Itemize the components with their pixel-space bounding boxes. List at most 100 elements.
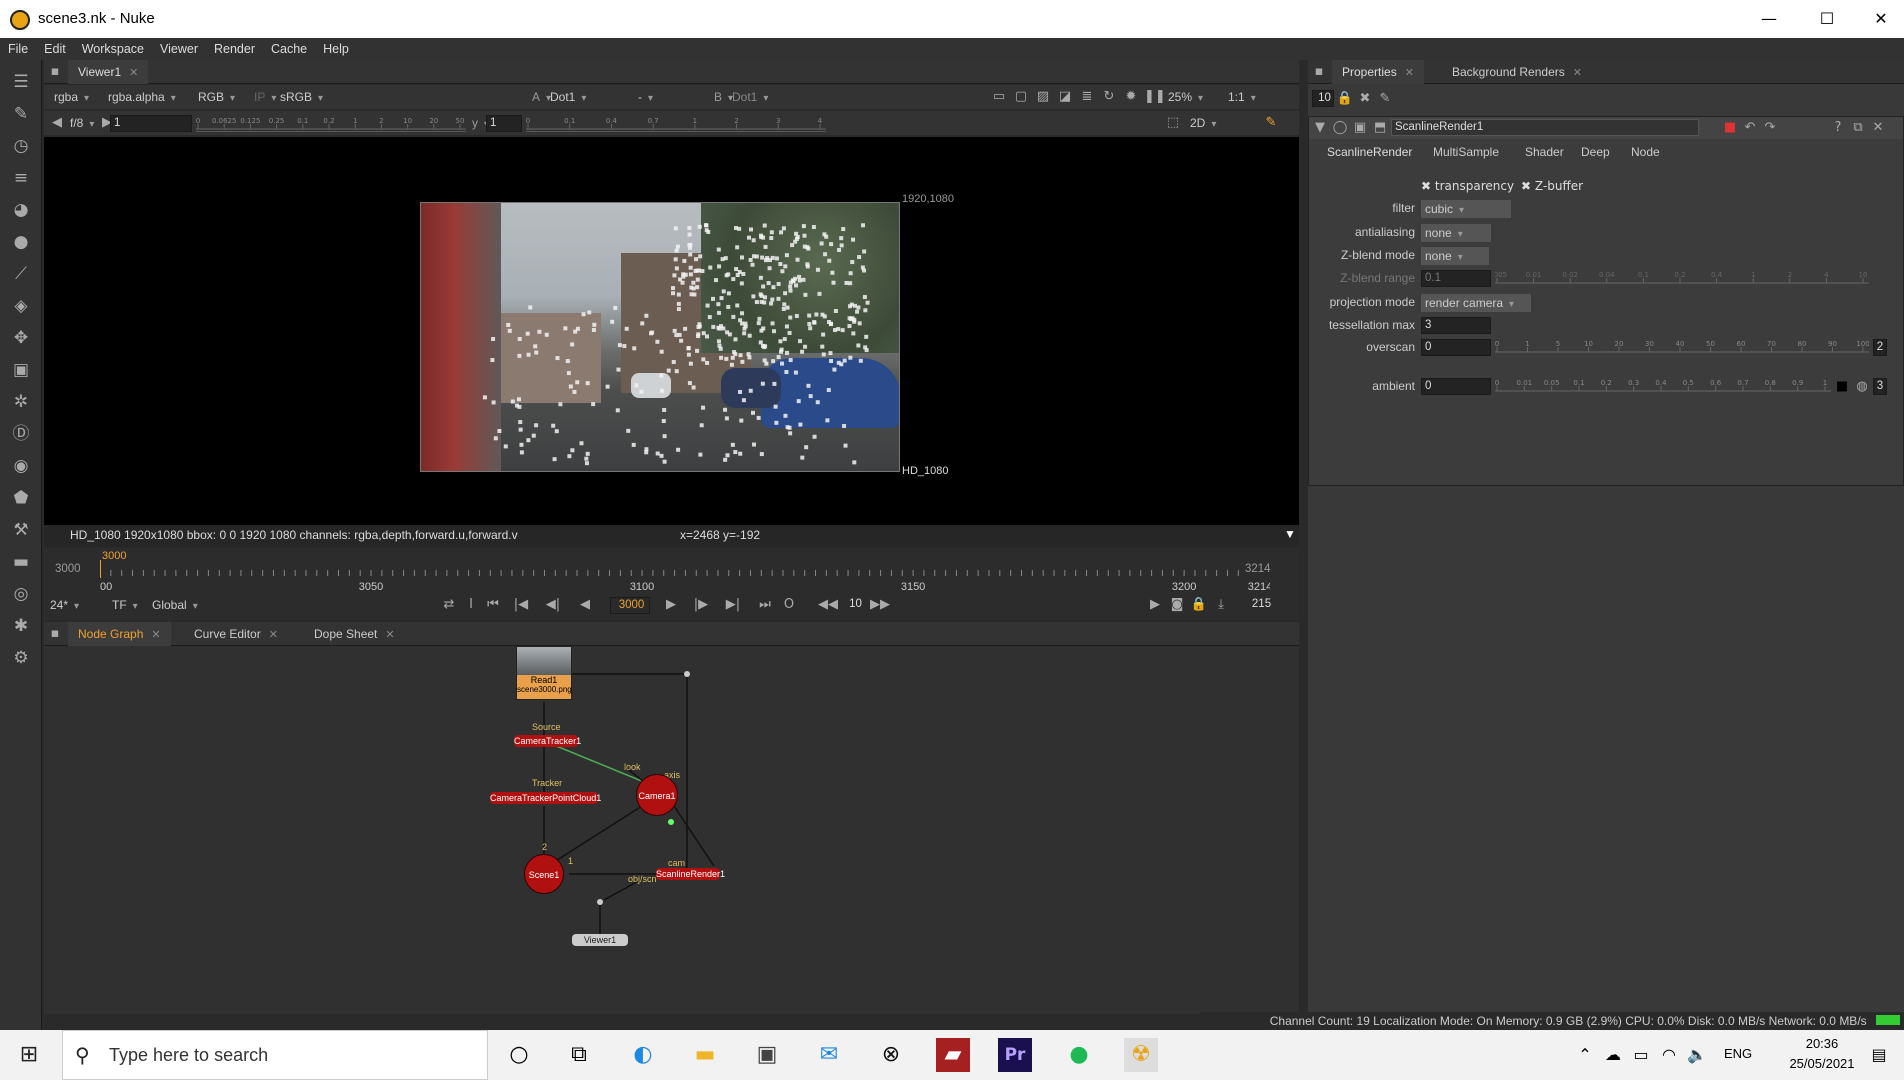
panel-menu-icon[interactable]: ▪ [46,63,64,81]
close-icon[interactable]: ✕ [385,629,394,641]
gain-slider[interactable]: 0 0.0625 0.125 0.25 0.1 0.2 1 2 10 20 50 [196,115,466,132]
task-view-icon[interactable]: ⧉ [562,1038,596,1072]
channel-icon[interactable]: ≡ [9,166,33,190]
close-icon[interactable]: ✕ [151,629,160,641]
timeline-end-field[interactable]: 3214 [1242,562,1284,582]
node-camera1[interactable]: Camera1 [636,774,678,816]
step-field[interactable]: 10 [842,597,866,614]
airtools-icon[interactable]: ✱ [9,614,33,638]
menu-workspace[interactable]: Workspace [74,38,152,60]
prev-frame-icon[interactable]: ◀| [544,596,562,614]
app-icon[interactable]: ▰ [936,1038,970,1072]
views-icon[interactable]: ◉ [9,454,33,478]
deep-icon[interactable]: Ⓓ [9,422,33,446]
flipbook-icon[interactable]: ▶ [1146,596,1164,614]
viewer-canvas[interactable]: 1920,1080 HD_1080 [44,137,1299,525]
tab-node-graph[interactable]: Node Graph ✕ [68,622,171,646]
next-keyframe-icon[interactable]: ▶| [724,596,742,614]
float-icon[interactable]: ⬒ [1371,119,1389,137]
language-indicator[interactable]: ENG [1724,1046,1752,1061]
node-cameratracker1[interactable]: CameraTracker1 [514,735,581,747]
redo-icon[interactable]: ↷ [1761,119,1779,137]
merge-icon[interactable]: ◈ [9,294,33,318]
overscan-count[interactable]: 2 [1873,339,1887,356]
capture-icon[interactable]: ◙ [1168,596,1186,614]
lock-icon[interactable]: 🔒 [1336,90,1354,108]
minimize-button[interactable]: — [1746,0,1792,38]
export-icon[interactable]: ⤓ [1212,596,1230,614]
projection-dropdown[interactable]: render camera [1421,294,1531,312]
mail-icon[interactable]: ✉ [812,1038,846,1072]
maximize-button[interactable]: ☐ [1804,0,1850,38]
metadata-icon[interactable]: ⬟ [9,486,33,510]
clear-icon[interactable]: ✖ [1356,90,1374,108]
tab-deep[interactable]: Deep [1571,141,1620,163]
timeline-start-field[interactable]: 3000 [52,562,94,582]
antialiasing-dropdown[interactable]: none [1421,224,1491,242]
ambient-count[interactable]: 3 [1873,378,1887,395]
zbuffer-checkbox[interactable]: ✖ Z-buffer [1521,179,1583,193]
fps-dropdown[interactable]: 24* [50,596,79,614]
safe-area-icon[interactable]: ▢ [1012,88,1030,106]
ambient-field[interactable]: 0 [1421,378,1491,395]
panel-menu-icon[interactable]: ▪ [46,625,64,643]
edit-icon[interactable]: ✎ [1376,90,1394,108]
menu-render[interactable]: Render [206,38,263,60]
checker-icon[interactable]: ▨ [1034,88,1052,106]
edge-icon[interactable]: ◐ [626,1038,660,1072]
loop-icon[interactable]: ⇄ [440,596,458,614]
gain-field[interactable]: 1 [110,115,192,132]
menu-edit[interactable]: Edit [36,38,74,60]
filter-icon[interactable]: ● [9,230,33,254]
pause-icon[interactable]: ❚❚ [1144,88,1166,106]
tab-node[interactable]: Node [1621,141,1670,163]
timeline-ruler[interactable]: 3000 3050 3100 3150 3200 3214 3000 [100,548,1270,592]
windows-start-icon[interactable]: ⊞ [12,1038,46,1072]
prev-keyframe-icon[interactable]: |◀ [512,596,530,614]
node-read1[interactable]: Read1 scene3000.png [516,646,572,700]
furnace-icon[interactable]: ◎ [9,582,33,606]
zblend-mode-dropdown[interactable]: none [1421,247,1489,265]
premiere-icon[interactable]: Pr [998,1038,1032,1072]
menu-help[interactable]: Help [315,38,357,60]
taskbar-search[interactable]: ⚲ Type here to search [62,1030,488,1080]
roi-icon[interactable]: ▭ [990,88,1008,106]
tab-background-renders[interactable]: Background Renders ✕ [1442,60,1592,84]
play-backward-icon[interactable]: ◀ [576,596,594,614]
frame-count-field[interactable]: 215 [1240,597,1280,614]
other-icon[interactable]: ▬ [9,550,33,574]
tab-scanlinerender[interactable]: ScanlineRender [1317,141,1423,163]
collapse-icon[interactable]: ▼ [1311,119,1329,137]
ratio-dropdown[interactable]: 1:1 [1228,88,1256,106]
max-panels-field[interactable]: 10 [1312,90,1334,107]
node-pointcloud1[interactable]: CameraTrackerPointCloud1 [490,792,601,804]
color-swatch-icon[interactable]: ■ [1721,119,1739,137]
close-icon[interactable]: ✕ [1405,67,1414,79]
current-frame-field[interactable]: 3000 [610,597,650,614]
overscan-field[interactable]: 0 [1421,339,1491,356]
undo-icon[interactable]: ↶ [1741,119,1759,137]
close-icon[interactable]: ✕ [269,629,278,641]
node-scene1[interactable]: Scene1 [524,854,564,894]
clock-time[interactable]: 20:36 [1782,1036,1862,1051]
close-button[interactable]: ✕ [1858,0,1904,38]
clock-date[interactable]: 25/05/2021 [1772,1056,1872,1071]
zblend-range-field[interactable]: 0.1 [1421,270,1491,287]
menu-cache[interactable]: Cache [263,38,315,60]
color-icon[interactable]: ◕ [9,198,33,222]
next-frame-icon[interactable]: |▶ [692,596,710,614]
paint-icon[interactable]: ✎ [1262,114,1280,132]
node-viewer1[interactable]: Viewer1 [572,934,628,946]
cortana-icon[interactable]: ○ [502,1038,536,1072]
node-graph[interactable]: Read1 scene3000.png Source CameraTracker… [44,646,1299,1014]
overscan-slider[interactable]: 0 1 5 10 20 30 40 50 60 70 80 90 100 [1495,338,1869,356]
time-icon[interactable]: ◷ [9,134,33,158]
volume-icon[interactable]: 🔈 [1680,1038,1714,1072]
nuke-icon[interactable]: ☢ [1124,1038,1158,1072]
lock-icon[interactable]: 🔒 [1190,596,1208,614]
tf-dropdown[interactable]: TF [112,596,138,614]
tab-multisample[interactable]: MultiSample [1423,141,1509,163]
draw-icon[interactable]: ✎ [9,102,33,126]
region-icon[interactable]: ⬚ [1164,114,1182,132]
view-mode-dropdown[interactable]: 2D [1190,114,1216,132]
